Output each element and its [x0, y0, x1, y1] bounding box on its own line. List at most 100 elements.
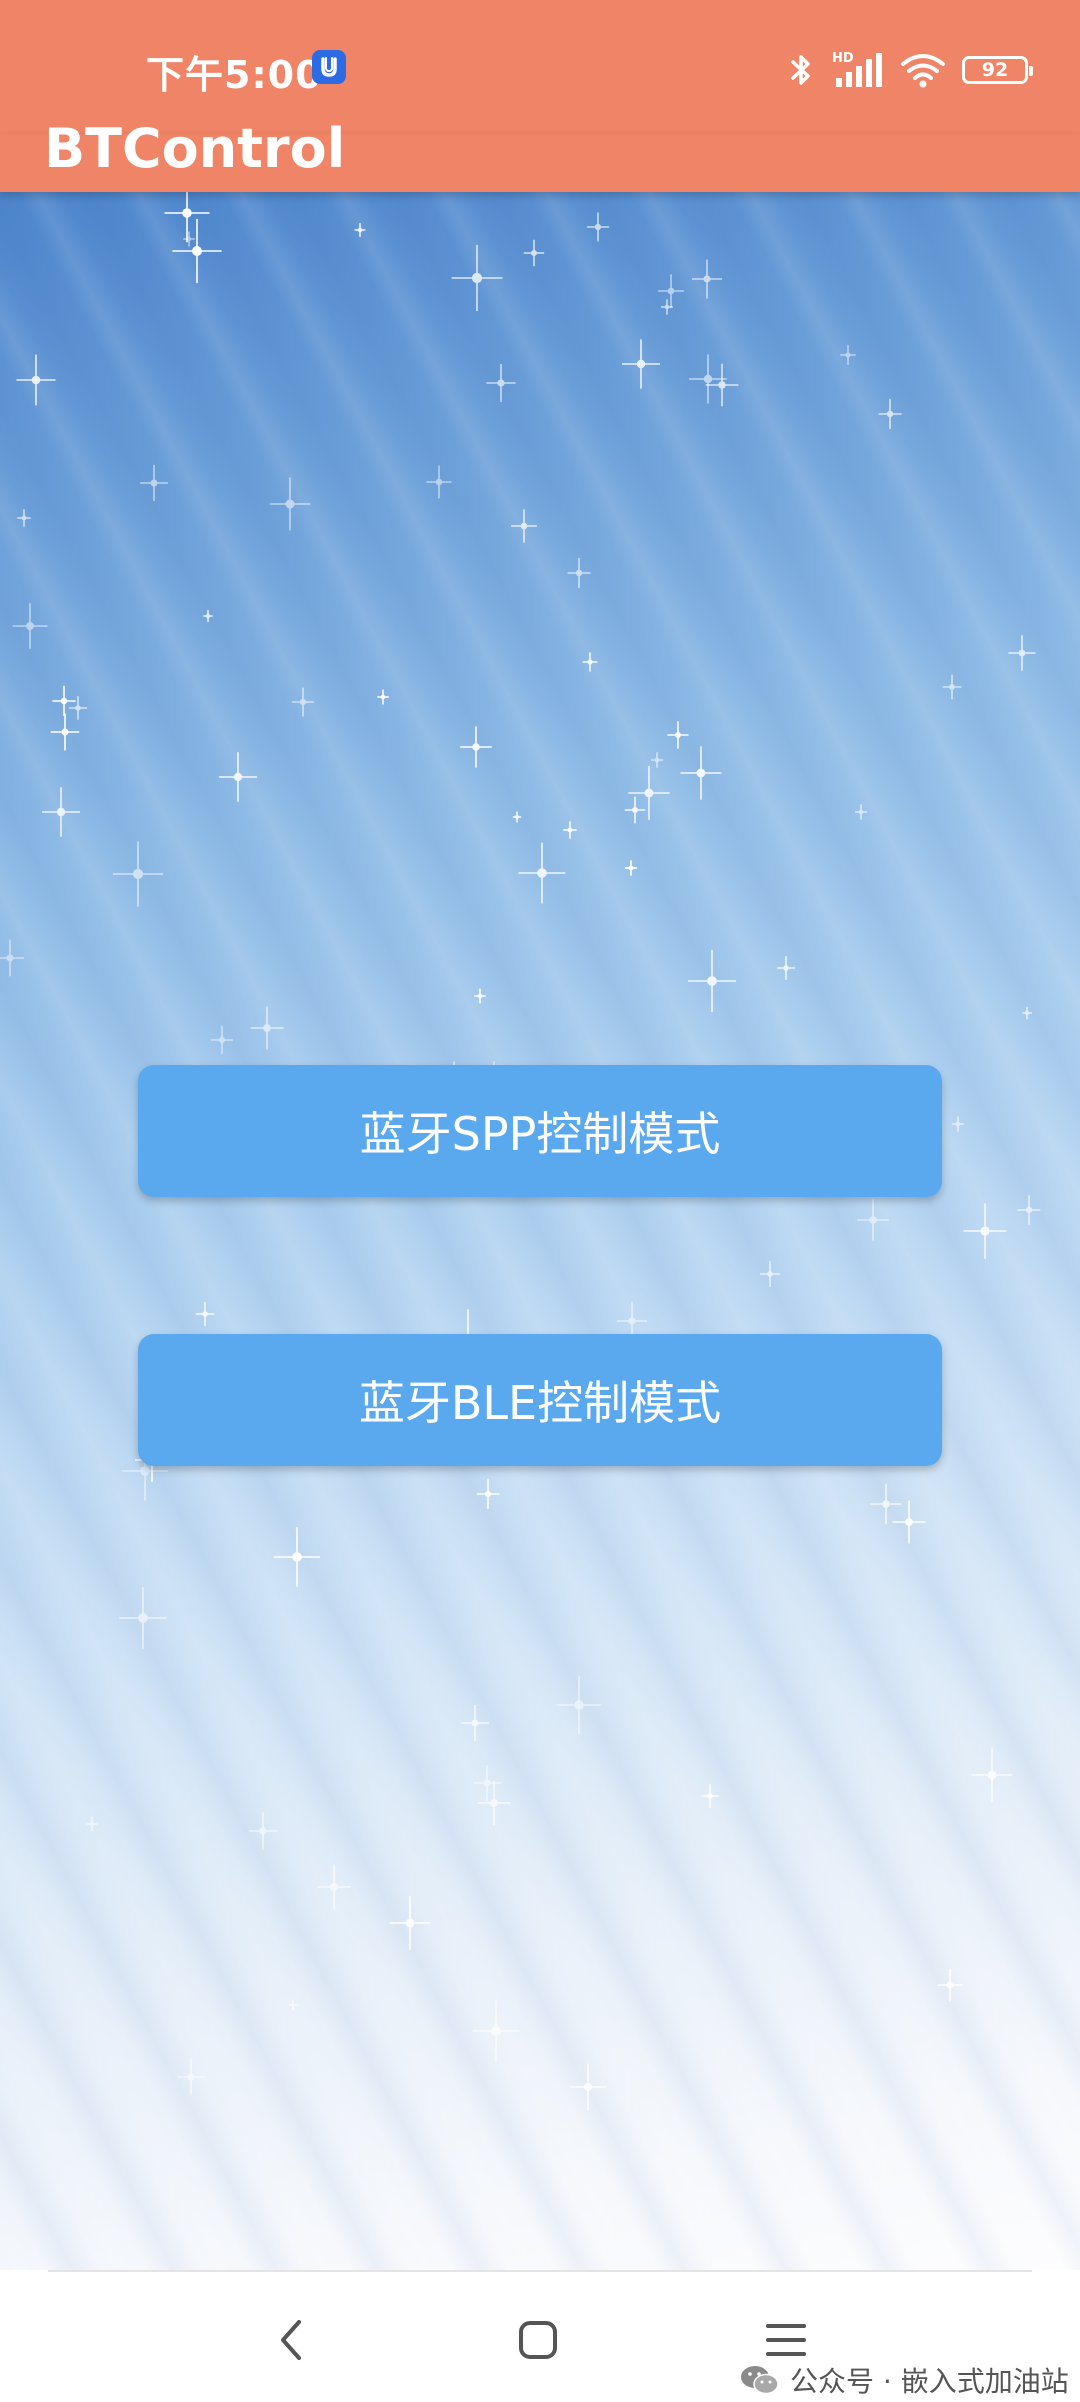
sparkle: [86, 1816, 98, 1832]
sparkle: [377, 689, 389, 705]
sparkle: [451, 244, 503, 312]
sparkle: [211, 1025, 233, 1055]
sparkle: [511, 509, 537, 543]
sparkle: [218, 752, 258, 802]
sparkle: [705, 363, 739, 407]
sparkle: [288, 1999, 298, 2011]
sparkle: [855, 804, 867, 820]
network-label: HD: [832, 51, 854, 66]
app-bar: BTControl: [0, 122, 1080, 192]
app-title: BTControl: [44, 117, 346, 180]
sparkle: [477, 1780, 511, 1826]
sparkle: [42, 787, 80, 837]
sparkle: [250, 1006, 284, 1050]
sparkle: [474, 988, 486, 1004]
sparkle: [426, 465, 452, 499]
sparkle: [700, 1784, 720, 1808]
sparkle: [269, 477, 311, 531]
sparkle: [512, 811, 522, 823]
sparkle: [567, 557, 591, 589]
sparkle: [563, 821, 577, 839]
sparkle: [658, 274, 684, 308]
spp-mode-button[interactable]: 蓝牙SPP控制模式: [138, 1065, 942, 1197]
sparkle: [952, 1116, 964, 1132]
sparkle: [112, 841, 164, 907]
sparkle: [172, 218, 222, 284]
sparkle: [624, 796, 646, 824]
home-square-icon[interactable]: [508, 2310, 568, 2370]
sparkle: [473, 1765, 501, 1801]
sparkle: [937, 1968, 963, 2002]
main-content: 蓝牙SPP控制模式 蓝牙BLE控制模式: [0, 192, 1080, 2270]
sparkle: [389, 1896, 431, 1950]
sparkle: [476, 1479, 500, 1509]
ble-mode-button-label: 蓝牙BLE控制模式: [358, 1376, 722, 1430]
sparkle: [586, 212, 610, 242]
sparkle: [486, 363, 516, 403]
sparkle: [472, 2000, 520, 2062]
sparkle: [625, 860, 637, 876]
battery-icon: 92: [962, 56, 1033, 84]
sparkle: [17, 509, 31, 527]
status-bar: 下午5:00 HD 92: [0, 0, 1080, 134]
sparkle: [622, 339, 660, 389]
sparkle: [140, 464, 168, 502]
sparkle: [963, 1203, 1007, 1259]
sparkle: [119, 1587, 167, 1649]
sparkle: [878, 398, 902, 430]
back-chevron-icon[interactable]: [262, 2310, 322, 2370]
sparkle: [518, 842, 566, 904]
sparkle: [0, 939, 25, 977]
background-sparkles: [0, 192, 1041, 2111]
sparkle: [760, 1261, 780, 1287]
wechat-icon: [741, 2366, 779, 2395]
alarm-app-icon: [312, 50, 346, 84]
sparkle: [971, 1748, 1013, 1802]
sparkle: [354, 223, 366, 237]
sparkle: [651, 752, 663, 768]
sparkle: [692, 259, 722, 299]
sparkle: [556, 1675, 602, 1735]
sparkle: [177, 2059, 205, 2095]
status-icons: HD 92: [786, 50, 1033, 90]
sparkle: [1017, 1195, 1041, 1225]
sparkle: [776, 956, 796, 980]
sparkle: [203, 609, 213, 623]
sparkle: [461, 1704, 489, 1742]
sparkle: [16, 354, 56, 406]
sparkle: [274, 1527, 320, 1587]
sparkle: [840, 345, 856, 365]
wifi-icon: [901, 54, 945, 88]
watermark-text: 公众号 · 嵌入式加油站: [790, 2365, 1069, 2398]
sparkle: [164, 192, 210, 243]
sparkle: [570, 2063, 606, 2111]
spp-mode-button-label: 蓝牙SPP控制模式: [359, 1107, 721, 1161]
sparkle: [523, 239, 545, 267]
sparkle: [667, 721, 689, 749]
sparkle: [195, 1302, 215, 1326]
sparkle: [688, 949, 736, 1013]
sparkle: [248, 1812, 278, 1850]
sparkle: [68, 696, 88, 720]
sparkle: [870, 1483, 902, 1525]
sparkle: [291, 687, 315, 717]
status-time: 下午5:00: [146, 53, 323, 97]
sparkle: [680, 746, 722, 800]
sparkle: [1022, 1006, 1032, 1020]
sparkle: [1008, 635, 1036, 671]
sparkle: [12, 603, 48, 649]
nav-divider: [48, 2270, 1032, 2272]
sparkle: [582, 652, 598, 672]
sparkle: [52, 685, 76, 717]
sparkle: [942, 674, 962, 700]
sparkle: [316, 1864, 352, 1910]
sparkle: [460, 726, 492, 768]
sparkle: [183, 231, 195, 247]
battery-level: 92: [981, 58, 1009, 81]
watermark: 公众号 · 嵌入式加油站: [740, 2358, 1079, 2402]
sparkle: [857, 1199, 889, 1241]
signal-icon: HD: [832, 51, 882, 87]
sparkle: [50, 713, 80, 751]
bluetooth-icon: [791, 55, 810, 85]
ble-mode-button[interactable]: 蓝牙BLE控制模式: [138, 1334, 942, 1466]
